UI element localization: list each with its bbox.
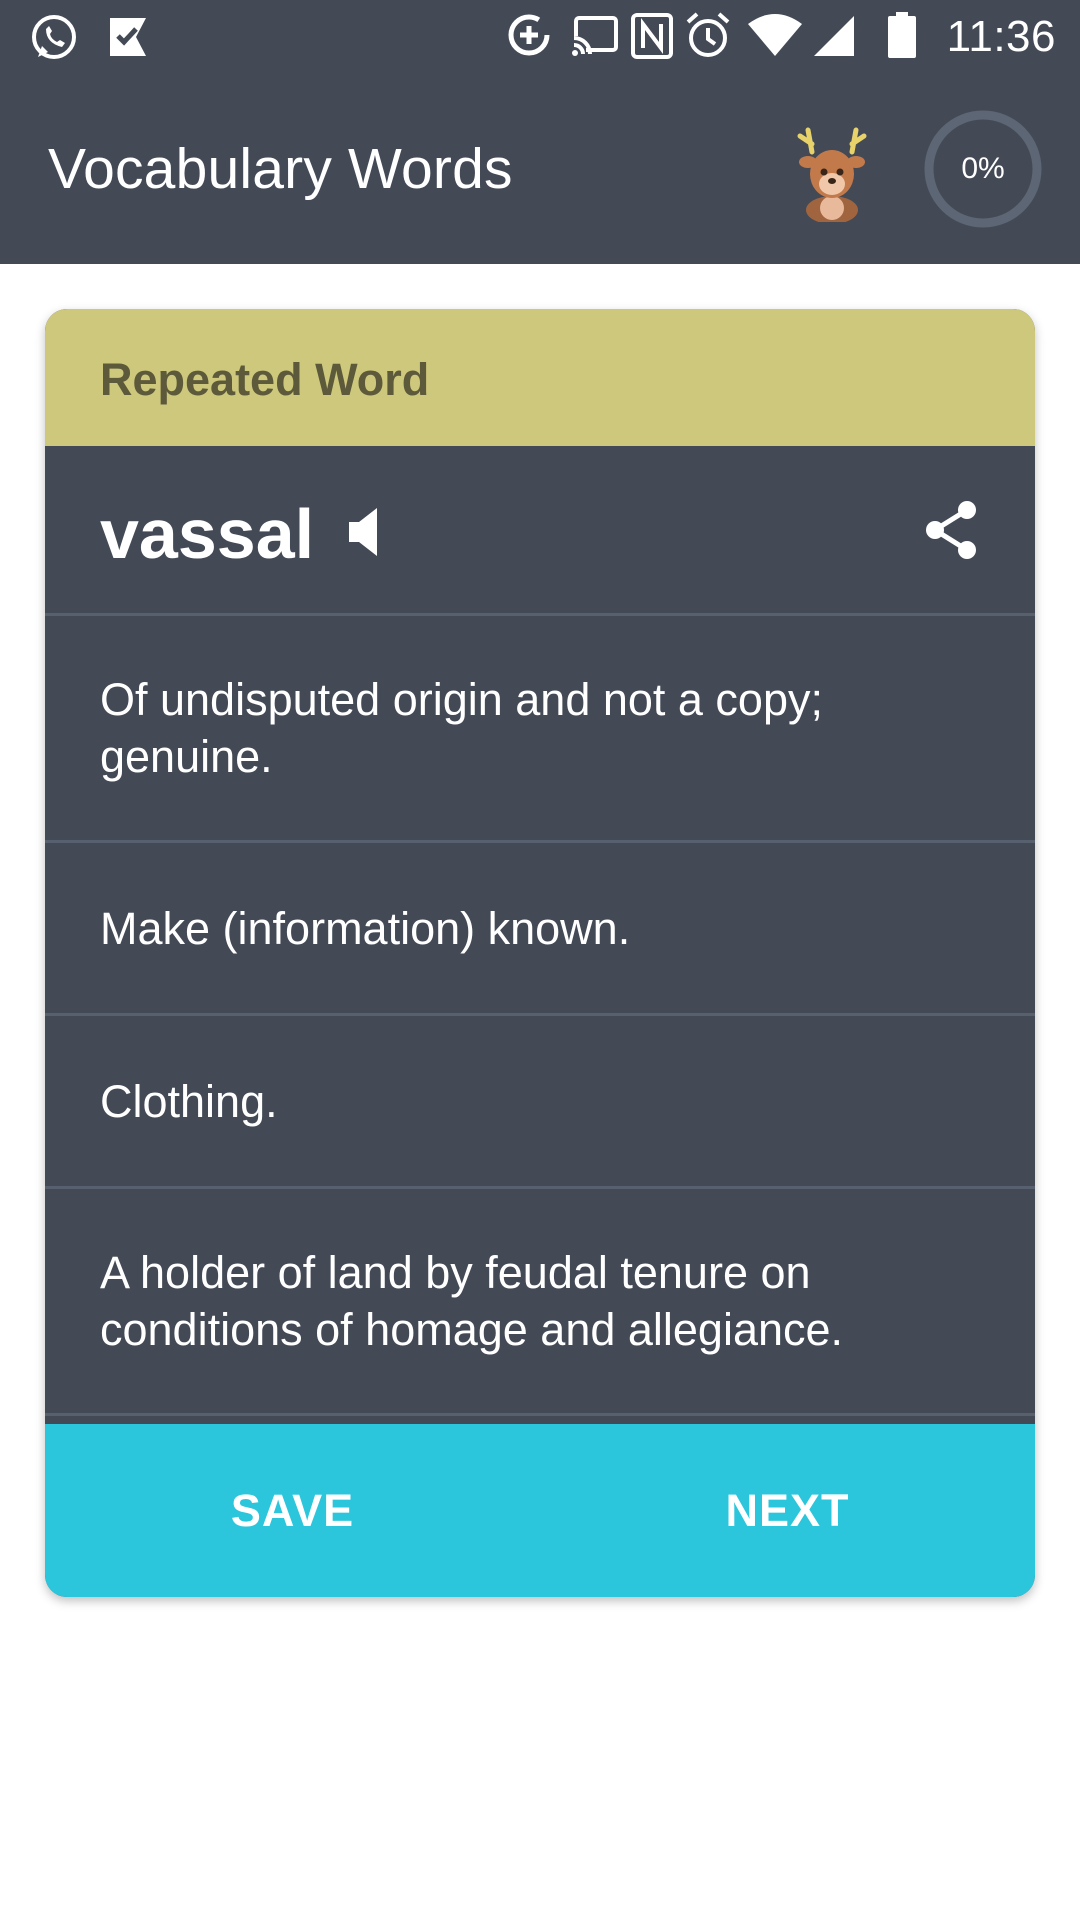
nfc-icon (631, 13, 673, 59)
battery-icon (888, 12, 916, 58)
cast-icon (572, 16, 618, 56)
answer-option-text: Make (information) known. (100, 902, 631, 954)
next-button[interactable]: NEXT (540, 1424, 1035, 1597)
status-time: 11:36 (946, 12, 1056, 61)
signal-icon (814, 16, 854, 56)
answer-option-text: A holder of land by feudal tenure on con… (100, 1247, 844, 1355)
answer-option-3[interactable]: Clothing. (45, 1016, 1035, 1189)
answer-option-2[interactable]: Make (information) known. (45, 843, 1035, 1016)
repeated-word-label: Repeated Word (100, 354, 430, 405)
alarm-icon (686, 12, 730, 57)
app-bar: Vocabulary Words 0% (0, 74, 1080, 264)
deer-mascot-icon[interactable] (786, 122, 878, 222)
card-header: Repeated Word (45, 309, 1035, 446)
check-note-icon (110, 18, 146, 56)
answer-option-4[interactable]: A holder of land by feudal tenure on con… (45, 1189, 1035, 1416)
data-saver-icon (508, 14, 550, 56)
page-title: Vocabulary Words (48, 137, 513, 201)
speaker-icon[interactable] (345, 506, 391, 558)
answer-option-1[interactable]: Of undisputed origin and not a copy; gen… (45, 616, 1035, 843)
answer-option-text: Of undisputed origin and not a copy; gen… (100, 674, 823, 782)
word-card: Repeated Word vassal Of undisputed origi… (45, 309, 1035, 1597)
save-button[interactable]: SAVE (45, 1424, 540, 1597)
whatsapp-icon (32, 15, 76, 59)
answer-option-text: Clothing. (100, 1075, 278, 1127)
vocabulary-word: vassal (100, 495, 315, 573)
word-row: vassal (45, 446, 1035, 616)
status-bar: 11:36 (0, 0, 1080, 74)
card-actions: SAVE NEXT (45, 1424, 1035, 1597)
wifi-icon (748, 14, 802, 56)
share-icon[interactable] (921, 498, 981, 562)
progress-label: 0% (961, 152, 1005, 185)
